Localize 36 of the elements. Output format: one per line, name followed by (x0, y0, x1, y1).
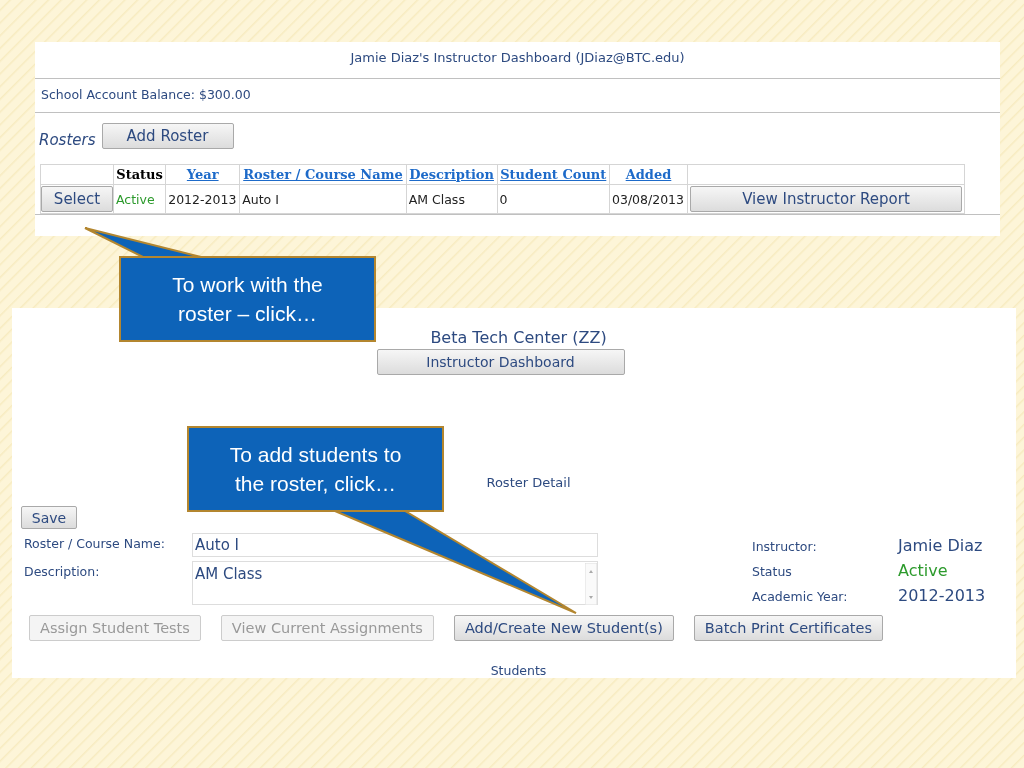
column-sort-link[interactable]: Description (406, 164, 497, 185)
rosters-heading: Rosters (39, 131, 96, 149)
info-value: Active (898, 561, 948, 580)
callout: To add students to the roster, click… (187, 426, 444, 512)
save-button[interactable]: Save (21, 506, 77, 529)
column-sort-link[interactable]: Added (609, 164, 688, 185)
center-name: Beta Tech Center (ZZ) (429, 328, 608, 347)
added-date-cell: 03/08/2013 (609, 184, 688, 214)
info-label: Academic Year: (752, 589, 849, 604)
description-cell: AM Class (406, 184, 497, 214)
info-value: Jamie Diaz (898, 536, 983, 555)
status-cell: Active (113, 184, 166, 214)
description-field[interactable]: AM Class (192, 561, 598, 605)
instructor-dashboard-button[interactable]: Instructor Dashboard (376, 349, 625, 375)
info-value: 2012-2013 (898, 586, 986, 605)
action-button[interactable]: Batch Print Certificates (693, 615, 883, 641)
field-label: Roster / Course Name: (23, 535, 166, 551)
student-count-cell: 0 (497, 184, 610, 214)
column-header: Status (113, 164, 166, 185)
dashboard-title: Jamie Diaz's Instructor Dashboard (JDiaz@BTC.edu) (348, 49, 686, 67)
select-button[interactable]: Select (41, 186, 113, 212)
add-roster-button[interactable]: Add Roster (101, 123, 234, 149)
year-cell: 2012-2013 (165, 184, 240, 214)
column-sort-link[interactable]: Roster / Course Name (239, 164, 407, 185)
account-balance: School Account Balance: $300.00 (40, 86, 252, 104)
action-button[interactable]: Add/Create New Student(s) (453, 615, 674, 641)
info-label: Instructor: (752, 539, 818, 554)
info-label: Status (752, 564, 793, 579)
view-report-button[interactable]: View Instructor Report (690, 186, 962, 212)
column-sort-link[interactable]: Student Count (497, 164, 610, 185)
course-name-cell: Auto I (239, 184, 407, 214)
scrollbar-icon (585, 563, 597, 605)
section-title: Roster Detail (486, 475, 571, 490)
field-label: Description: (23, 563, 101, 579)
column-sort-link[interactable]: Year (165, 164, 240, 185)
students-heading: Students (489, 663, 548, 678)
